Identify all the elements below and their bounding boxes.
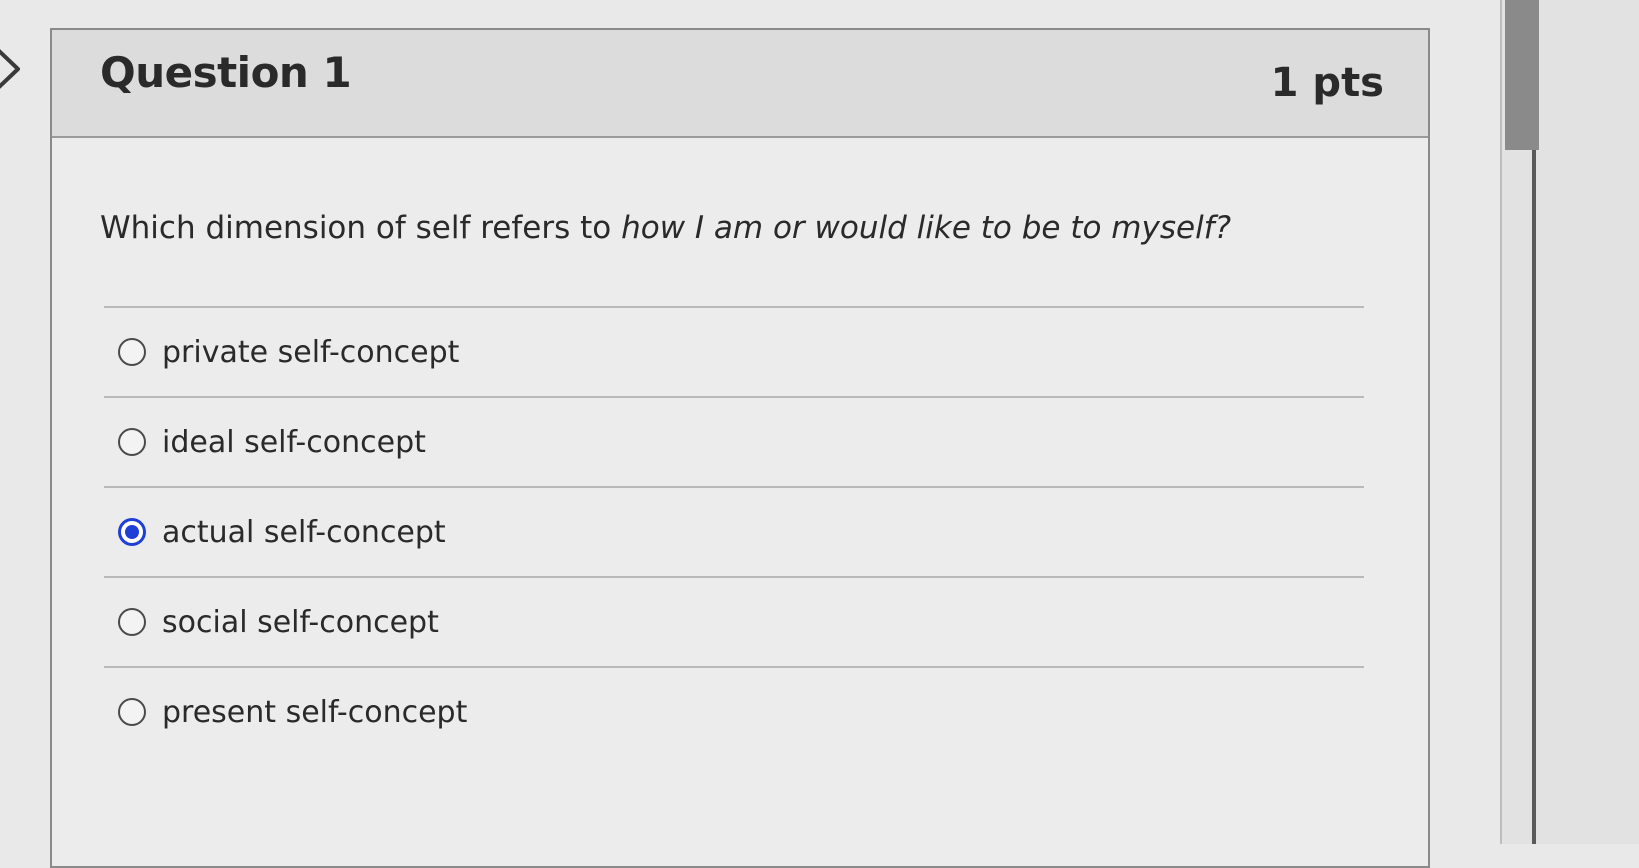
answer-label[interactable]: actual self-concept — [162, 515, 446, 550]
chevron-right-icon[interactable] — [0, 46, 24, 92]
quiz-page: Question 1 1 pts Which dimension of self… — [0, 0, 1639, 868]
question-title: Question 1 — [100, 48, 352, 97]
answer-option[interactable]: social self-concept — [104, 576, 1364, 666]
radio-button[interactable] — [118, 698, 146, 726]
answer-label[interactable]: present self-concept — [162, 695, 467, 730]
scrollbar-thumb[interactable] — [1505, 0, 1539, 150]
answer-option[interactable]: present self-concept — [104, 666, 1364, 756]
question-text: Which dimension of self refers to how I … — [100, 210, 1231, 246]
answer-option[interactable]: private self-concept — [104, 306, 1364, 396]
answer-option[interactable]: actual self-concept — [104, 486, 1364, 576]
radio-button[interactable] — [118, 338, 146, 366]
question-text-emphasis: how I am or would like to be to myself? — [621, 210, 1232, 246]
question-points: 1 pts — [1270, 60, 1384, 106]
radio-button[interactable] — [118, 608, 146, 636]
chevron-right-icon-svg — [0, 49, 20, 89]
answer-label[interactable]: ideal self-concept — [162, 425, 426, 460]
answer-label[interactable]: private self-concept — [162, 335, 459, 370]
answer-list: private self-concept ideal self-concept … — [104, 306, 1364, 756]
radio-button[interactable] — [118, 428, 146, 456]
answer-option[interactable]: ideal self-concept — [104, 396, 1364, 486]
question-card: Question 1 1 pts Which dimension of self… — [50, 28, 1430, 868]
answer-label[interactable]: social self-concept — [162, 605, 439, 640]
question-header: Question 1 1 pts — [52, 30, 1428, 138]
question-text-prefix: Which dimension of self refers to — [100, 210, 622, 246]
radio-button-selected[interactable] — [118, 518, 146, 546]
